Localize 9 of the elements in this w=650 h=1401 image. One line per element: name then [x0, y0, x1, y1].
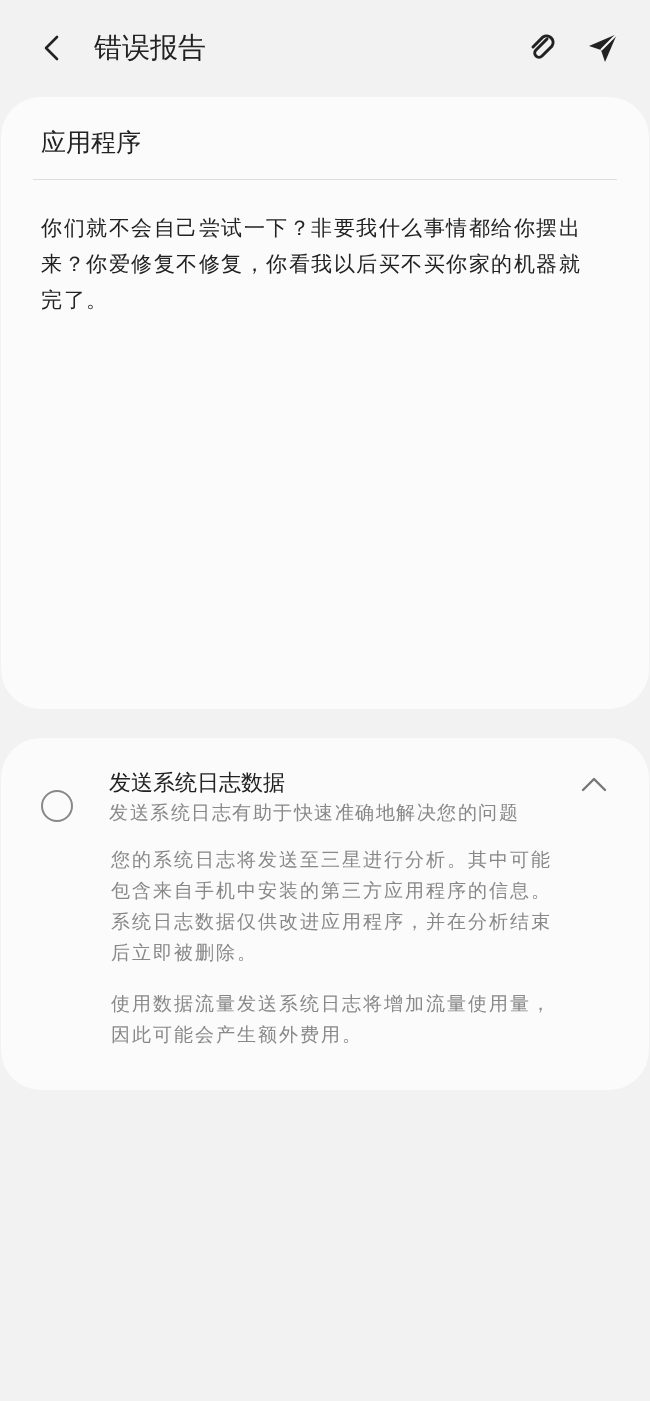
option-title: 发送系统日志数据 — [109, 769, 286, 797]
message-field[interactable]: 你们就不会自己尝试一下？非要我什么事情都给你摆出来？你爱修复不修复，你看我以后买不买你家的机器就完了。 — [33, 180, 593, 318]
option-subtitle: 发送系统日志有助于快速准确地解决您的问题 — [109, 800, 520, 825]
page-title: 错误报告 — [94, 29, 206, 66]
radio-button[interactable] — [41, 790, 73, 822]
detail-paragraph: 您的系统日志将发送至三星进行分析。其中可能包含来自手机中安装的第三方应用程序的信息。系统日志数据仅供改进应用程序，并在分析结束后立即被删除。 — [111, 847, 553, 965]
chevron-icon[interactable] — [581, 776, 607, 792]
category-label[interactable]: 应用程序 — [33, 121, 617, 179]
detail-paragraph: 使用数据流量发送系统日志将增加流量使用量，因此可能会产生额外费用。 — [111, 991, 553, 1047]
